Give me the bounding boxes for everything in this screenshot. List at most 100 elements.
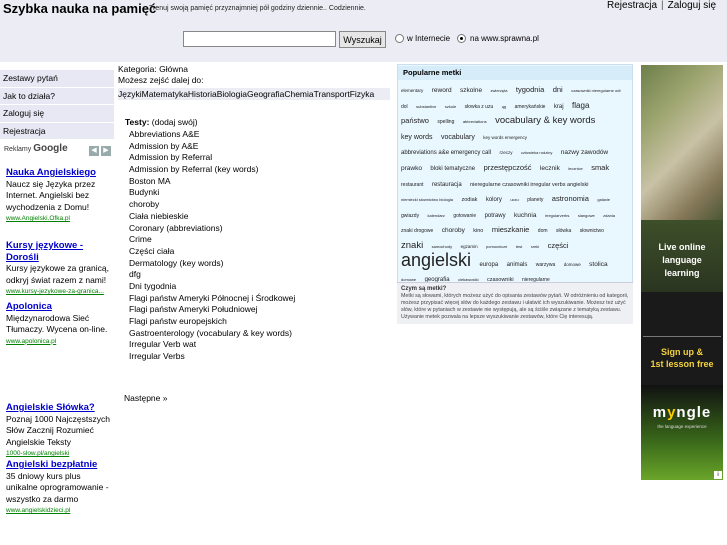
test-link[interactable]: Abbreviations A&E [129,129,295,141]
tag-link[interactable]: części [548,241,569,250]
tag-link[interactable]: słownictwo [580,228,604,234]
tag-link[interactable]: angielski [401,250,471,270]
tag-link[interactable]: dni [553,85,563,94]
tag-link[interactable]: dom [538,228,548,234]
test-link[interactable]: Coronary (abbreviations) [129,223,295,235]
tag-link[interactable]: szkolne [460,87,482,94]
tag-link[interactable]: slangowe [578,213,595,218]
sidebar-item-zaloguj[interactable]: Zaloguj się [0,105,114,123]
radio-site[interactable] [457,34,466,43]
tag-link[interactable]: zodiak [461,197,477,203]
ad-url[interactable]: www.apolonica.pl [6,336,112,348]
tag-link[interactable]: dol [401,104,408,110]
category-link[interactable]: Biologia [217,89,247,99]
tag-link[interactable]: elementary [401,88,423,93]
tag-link[interactable]: flaga [572,101,589,110]
tag-link[interactable]: amerykańskie [515,104,546,110]
tag-link[interactable]: abbreviations [463,119,487,124]
test-link[interactable]: Irregular Verb wat [129,339,295,351]
banner-cta[interactable]: Sign up & 1st lesson free [641,346,723,370]
test-link[interactable]: Boston MA [129,176,295,188]
tag-link[interactable]: substantive [416,104,436,109]
tag-link[interactable]: szkole [445,104,456,109]
tag-link[interactable]: mieszkanie [492,225,530,234]
ads-next-icon[interactable]: ▶ [101,146,111,156]
test-link[interactable]: Dermatology (key words) [129,258,295,270]
add-own-link[interactable]: (dodaj swój) [152,117,198,127]
tag-link[interactable]: key words emergency [483,135,527,140]
category-link[interactable]: Historia [188,89,217,99]
tag-link[interactable]: niemiecki słownictwo biologia [401,197,453,202]
sidebar-item-zestawy[interactable]: Zestawy pytań [0,70,114,88]
tag-link[interactable]: restaurant [401,182,424,188]
ad-url[interactable]: www.kursy-jezykowe-za-granica... [6,286,112,298]
tag-link[interactable]: europa [480,262,499,268]
tag-link[interactable]: zdania [603,213,615,218]
tag-link[interactable]: pomocnicze [486,244,507,249]
test-link[interactable]: Gastroenterology (vocabulary & key words… [129,328,295,340]
tag-link[interactable]: key words [401,134,433,141]
tag-link[interactable]: nazwy zawodów [561,149,608,156]
test-link[interactable]: dfg [129,269,295,281]
tag-link[interactable]: potrawy [485,213,506,219]
ad-title[interactable]: Apolonica [6,301,112,313]
search-input[interactable] [183,31,336,47]
test-link[interactable]: choroby [129,199,295,211]
ad-url[interactable]: www.Angielski.Ofka.pl [6,213,112,225]
tag-link[interactable]: restauracja [432,182,462,188]
sidebar-item-jak-to-dziala[interactable]: Jak to działa? [0,88,114,105]
test-link[interactable]: Flagi państw Ameryki Północnej i Środkow… [129,293,295,305]
ad-title[interactable]: Angielskie Słówka? [6,402,112,414]
test-link[interactable]: Części ciała [129,246,295,258]
tag-link[interactable]: irregularverbs [545,213,569,218]
tag-link[interactable]: człowieka rodziny [521,150,552,155]
tag-link[interactable]: test [516,244,522,249]
site-title[interactable]: Szybka nauka na pamięć [3,1,156,16]
category-link[interactable]: Geografia [247,89,284,99]
test-link[interactable]: Flagi państw Ameryki Południowej [129,304,295,316]
ad-title[interactable]: Angielski bezpłatnie [6,459,112,471]
tag-link[interactable]: kraj [554,104,564,110]
tag-link[interactable]: vocabulary & key words [495,115,595,126]
tag-link[interactable]: czasowniki nieregularne odt [571,88,620,93]
test-link[interactable]: Admission by A&E [129,141,295,153]
tag-link[interactable]: znaki drogowe [401,228,433,234]
tag-link[interactable]: kalendarz [428,213,445,218]
ad-title[interactable]: Kursy językowe - Dorośli [6,240,112,263]
tag-link[interactable]: smak [591,163,609,172]
test-link[interactable]: Dni tygodnia [129,281,295,293]
tag-link[interactable]: państwo [401,116,429,125]
category-link[interactable]: Matematyka [142,89,188,99]
search-button[interactable]: Wyszukaj [339,31,386,48]
test-link[interactable]: Budynki [129,187,295,199]
tag-link[interactable]: galaxie [597,197,610,202]
test-link[interactable]: Crime [129,234,295,246]
tag-link[interactable]: słowka z uzu [465,104,494,110]
tag-link[interactable]: bloki tematyczne [430,166,475,172]
tag-link[interactable]: lecznice [568,166,582,171]
ads-prev-icon[interactable]: ◀ [89,146,99,156]
ad-url[interactable]: www.angielskidzieci.pl [6,505,112,517]
test-link[interactable]: Ciała niebieskie [129,211,295,223]
tag-link[interactable]: abbreviations a&e emergency call [401,150,491,156]
register-link[interactable]: Rejestracja [607,0,657,11]
category-link[interactable]: Chemia [284,89,313,99]
tag-link[interactable]: warzywa [536,262,555,268]
ad-info-icon[interactable]: i [714,471,722,479]
login-link[interactable]: Zaloguj się [668,0,716,11]
tag-link[interactable]: rzeki [531,244,539,249]
ad-url[interactable]: 1000-slow.pl/angielski [6,448,112,460]
tag-link[interactable]: astronomia [552,194,589,203]
tag-link[interactable]: choroby [442,227,465,234]
tag-link[interactable]: spelling [437,119,454,125]
tag-link[interactable]: vocabulary [441,134,475,141]
tag-link[interactable]: uczu [510,197,518,202]
tag-link[interactable]: słówka [556,228,571,234]
test-link[interactable]: Flagi państw europejskich [129,316,295,328]
sidebar-item-rejestracja[interactable]: Rejestracja [0,123,114,140]
ad-title[interactable]: Nauka Angielskiego [6,167,112,179]
test-link[interactable]: Admission by Referral (key words) [129,164,295,176]
category-link[interactable]: Transport [314,89,350,99]
tag-link[interactable]: gotowanie [453,213,476,219]
tag-link[interactable]: samochody [432,244,452,249]
